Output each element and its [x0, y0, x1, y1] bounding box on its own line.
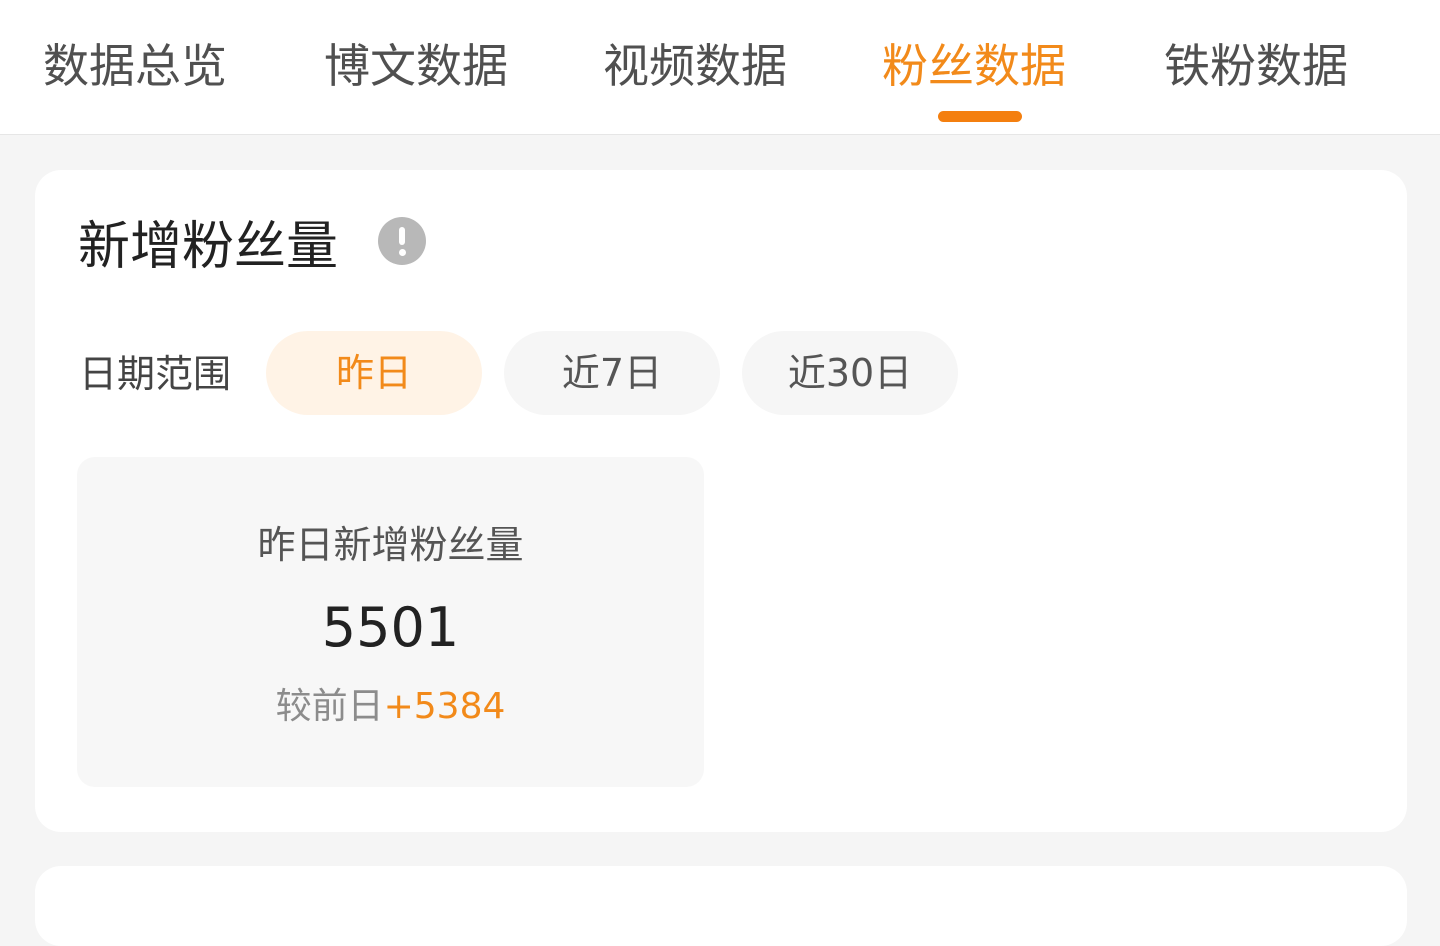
active-tab-indicator: [938, 111, 1022, 122]
range-option-7-days[interactable]: 近7日: [504, 331, 720, 415]
stat-box: 昨日新增粉丝量 5501 较前日+5384: [77, 457, 704, 787]
tab-post-data[interactable]: 博文数据: [324, 34, 508, 98]
stat-compare-delta: +5384: [383, 686, 506, 727]
info-exclamation-icon[interactable]: [378, 217, 426, 265]
stat-value: 5501: [321, 596, 460, 659]
stat-compare: 较前日+5384: [77, 683, 704, 731]
date-range-label: 日期范围: [79, 352, 232, 396]
range-option-30-days[interactable]: 近30日: [742, 331, 958, 415]
next-card: [35, 866, 1407, 946]
tab-iron-fans-data[interactable]: 铁粉数据: [1164, 34, 1348, 98]
tab-video-data[interactable]: 视频数据: [603, 34, 787, 98]
tab-fans-data[interactable]: 粉丝数据: [882, 34, 1066, 98]
stat-compare-label: 较前日: [275, 686, 384, 727]
card-title: 新增粉丝量: [78, 217, 339, 277]
tab-overview[interactable]: 数据总览: [43, 34, 227, 98]
range-option-yesterday[interactable]: 昨日: [266, 331, 482, 415]
top-tab-bar: 数据总览 博文数据 视频数据 粉丝数据 铁粉数据: [0, 0, 1440, 135]
stat-label: 昨日新增粉丝量: [257, 523, 524, 567]
new-fans-card: 新增粉丝量 日期范围 昨日 近7日 近30日 昨日新增粉丝量 5501 较前日+…: [35, 170, 1407, 832]
